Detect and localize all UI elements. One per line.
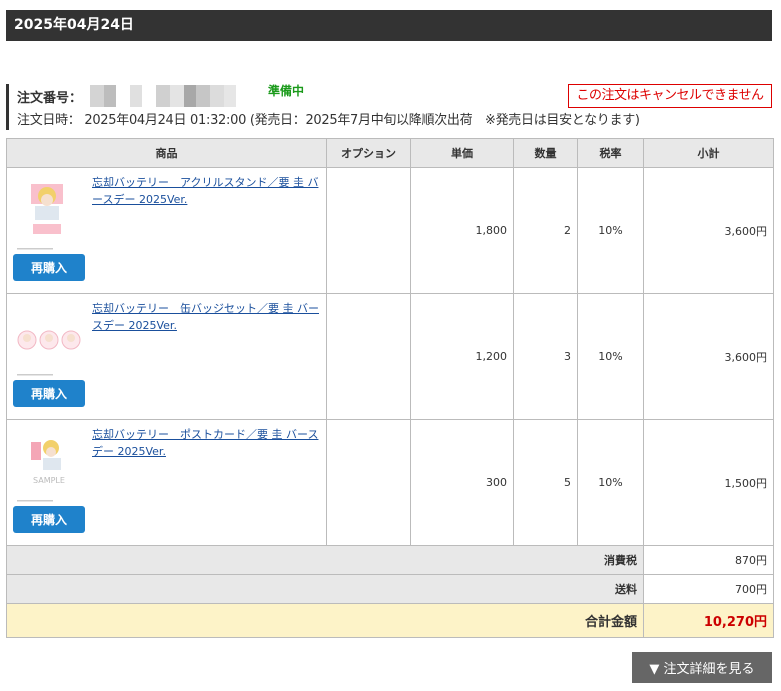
- unit-price-cell: 1,800: [410, 167, 514, 294]
- table-header-row: 商品 オプション 単価 数量 税率 小計: [6, 138, 774, 168]
- option-cell: [326, 419, 411, 546]
- option-cell: [326, 167, 411, 294]
- cancel-notice: この注文はキャンセルできません: [568, 84, 772, 108]
- option-cell: [326, 293, 411, 420]
- rebuy-button[interactable]: 再購入: [13, 254, 85, 281]
- rebuy-button[interactable]: 再購入: [13, 380, 85, 407]
- header-option: オプション: [326, 138, 411, 168]
- order-status: 準備中: [268, 84, 305, 98]
- quantity-cell: 2: [513, 167, 578, 294]
- sample-watermark: SAMPLE: [33, 476, 65, 485]
- shipping-summary-row: 送料 700円: [6, 574, 774, 604]
- tax-summary-row: 消費税 870円: [6, 545, 774, 575]
- tax-rate-cell: 10%: [577, 419, 644, 546]
- tax-rate-cell: 10%: [577, 167, 644, 294]
- order-detail-button[interactable]: ▼ 注文詳細を見る: [632, 652, 772, 683]
- shipping-label: 送料: [6, 574, 644, 604]
- consumption-tax-label: 消費税: [6, 545, 644, 575]
- subtotal-cell: 3,600円: [643, 293, 774, 420]
- product-link[interactable]: 忘却バッテリー 缶バッジセット／要 圭 バースデー 2025Ver.: [92, 300, 320, 334]
- order-date-value: 2025年04月24日 01:32:00 (発売日：2025年7月中旬以降順次出…: [84, 113, 640, 128]
- order-number-redacted: [90, 85, 237, 107]
- table-row: SAMPLE 再購入 忘却バッテリー ポストカード／要 圭 バースデー 2025…: [6, 419, 774, 546]
- product-link[interactable]: 忘却バッテリー アクリルスタンド／要 圭 バースデー 2025Ver.: [92, 174, 320, 208]
- product-cell: 再購入 忘却バッテリー 缶バッジセット／要 圭 バースデー 2025Ver.: [6, 293, 327, 420]
- header-tax-rate: 税率: [577, 138, 644, 168]
- quantity-cell: 5: [513, 419, 578, 546]
- table-row: 再購入 忘却バッテリー アクリルスタンド／要 圭 バースデー 2025Ver. …: [6, 167, 774, 294]
- header-subtotal: 小計: [643, 138, 774, 168]
- header-quantity: 数量: [513, 138, 578, 168]
- total-row: 合計金額 10,270円: [6, 603, 774, 638]
- order-date-label: 注文日時：: [17, 113, 81, 128]
- acrylic-stand-thumbnail-icon[interactable]: [13, 176, 83, 254]
- shipping-value: 700円: [643, 574, 774, 604]
- quantity-cell: 3: [513, 293, 578, 420]
- order-date-header: 2025年04月24日: [6, 10, 772, 41]
- subtotal-cell: 1,500円: [643, 419, 774, 546]
- table-row: 再購入 忘却バッテリー 缶バッジセット／要 圭 バースデー 2025Ver. 1…: [6, 293, 774, 420]
- postcard-thumbnail-icon[interactable]: SAMPLE: [13, 428, 83, 506]
- subtotal-cell: 3,600円: [643, 167, 774, 294]
- order-datetime-row: 注文日時： 2025年04月24日 01:32:00 (発売日：2025年7月中…: [17, 109, 640, 128]
- unit-price-cell: 1,200: [410, 293, 514, 420]
- order-number-label: 注文番号：: [17, 90, 83, 106]
- unit-price-cell: 300: [410, 419, 514, 546]
- header-unit-price: 単価: [410, 138, 514, 168]
- product-cell: SAMPLE 再購入 忘却バッテリー ポストカード／要 圭 バースデー 2025…: [6, 419, 327, 546]
- order-number-row: 注文番号： 準備中: [17, 84, 304, 107]
- order-items-table: 商品 オプション 単価 数量 税率 小計 再購入 忘却バッテリー アクリルスタン…: [6, 138, 774, 638]
- product-link[interactable]: 忘却バッテリー ポストカード／要 圭 バースデー 2025Ver.: [92, 426, 320, 460]
- rebuy-button[interactable]: 再購入: [13, 506, 85, 533]
- total-label: 合計金額: [6, 603, 644, 638]
- consumption-tax-value: 870円: [643, 545, 774, 575]
- header-product: 商品: [6, 138, 327, 168]
- total-value: 10,270円: [643, 603, 774, 638]
- product-cell: 再購入 忘却バッテリー アクリルスタンド／要 圭 バースデー 2025Ver.: [6, 167, 327, 294]
- tax-rate-cell: 10%: [577, 293, 644, 420]
- badge-set-thumbnail-icon[interactable]: [13, 302, 83, 380]
